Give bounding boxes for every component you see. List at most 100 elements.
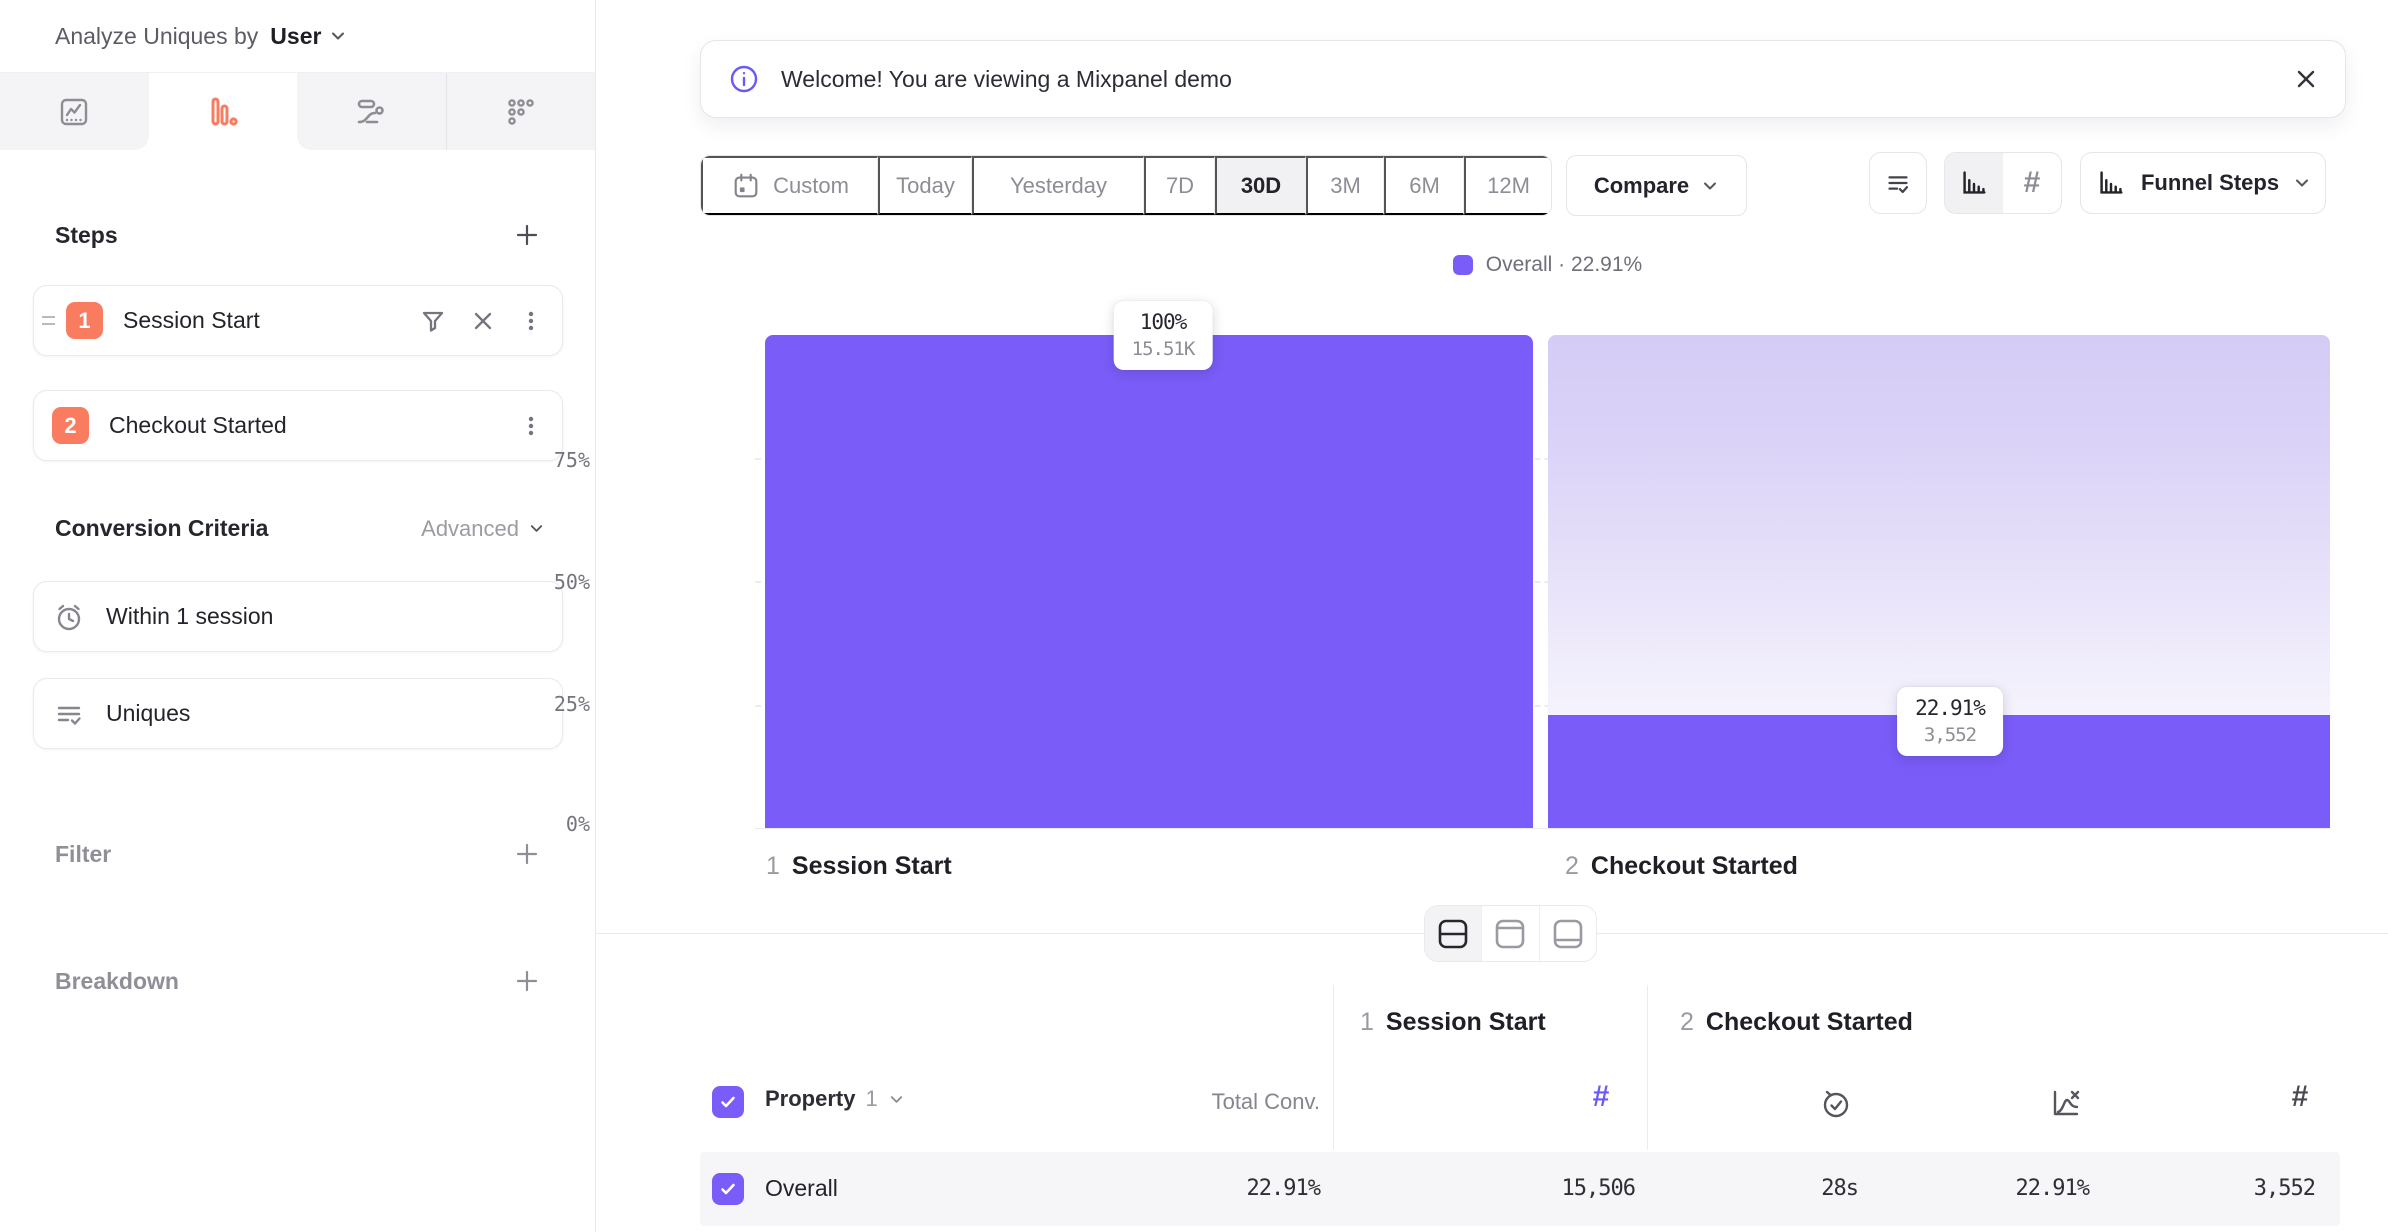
funnel-bars-icon <box>205 94 241 130</box>
breakdown-header: Breakdown <box>55 963 545 999</box>
step-more-button[interactable] <box>518 413 544 439</box>
conversion-criteria-title: Conversion Criteria <box>55 515 268 542</box>
cell-conv-rate: 22.91% <box>1889 1176 2089 1201</box>
time-to-convert-column-header[interactable] <box>1814 1082 1858 1124</box>
advanced-dropdown[interactable]: Advanced <box>421 516 545 542</box>
step-card-1[interactable]: 1 Session Start <box>33 285 563 356</box>
line-chart-icon <box>56 94 92 130</box>
table-row-overall[interactable]: Overall 22.91% 15,506 28s 22.91% 3,552 <box>700 1152 2340 1226</box>
chevron-down-icon <box>2293 174 2311 192</box>
chart-type-toggle: # <box>1944 152 2062 214</box>
table-group-header-1: 1 Session Start <box>1360 1008 1546 1037</box>
cell-step1-count: 15,506 <box>1435 1176 1635 1201</box>
add-breakdown-button[interactable] <box>509 963 545 999</box>
layout-table-view-button[interactable] <box>1539 906 1596 961</box>
filter-header: Filter <box>55 836 545 872</box>
conversion-criteria-header: Conversion Criteria Advanced <box>55 515 545 542</box>
step-more-button[interactable] <box>518 308 544 334</box>
analyze-uniques-by: Analyze Uniques by User <box>55 16 347 56</box>
chart-legend[interactable]: Overall · 22.91% <box>765 253 2330 277</box>
tab-funnels[interactable] <box>149 73 298 150</box>
mixpanel-funnel-report: Analyze Uniques by User Steps <box>0 0 2388 1232</box>
filter-icon <box>418 306 448 336</box>
banner-message: Welcome! You are viewing a Mixpanel demo <box>781 66 2293 93</box>
property-dropdown[interactable]: Property 1 <box>765 1086 905 1112</box>
analyze-entity-dropdown[interactable]: User <box>270 23 347 50</box>
analyze-label: Analyze Uniques by <box>55 23 258 50</box>
bar-chart-icon <box>2095 167 2127 199</box>
top-panel-view-icon <box>1493 918 1527 950</box>
chevron-down-icon <box>888 1091 905 1108</box>
kebab-menu-icon <box>518 413 544 439</box>
hash-icon: # <box>2024 168 2041 198</box>
add-step-button[interactable] <box>509 217 545 253</box>
step-number-badge: 2 <box>52 407 89 444</box>
range-custom[interactable]: Custom <box>701 156 878 215</box>
count-column-header[interactable]: # <box>1579 1082 1623 1112</box>
tab-retention[interactable] <box>446 73 596 150</box>
cell-converted-count: 3,552 <box>2115 1176 2315 1201</box>
table-group-header-2: 2 Checkout Started <box>1680 1008 1913 1037</box>
list-check-icon <box>52 697 86 731</box>
conversion-rate-column-header[interactable] <box>2044 1082 2088 1124</box>
remove-step-button[interactable] <box>470 308 496 334</box>
range-3m[interactable]: 3M <box>1306 156 1384 215</box>
close-icon <box>2293 66 2319 92</box>
hash-icon: # <box>1593 1082 1610 1112</box>
range-6m[interactable]: 6M <box>1384 156 1464 215</box>
add-filter-button[interactable] <box>509 836 545 872</box>
info-icon <box>727 62 761 96</box>
range-12m[interactable]: 12M <box>1464 156 1551 215</box>
select-all-checkbox[interactable] <box>712 1086 744 1118</box>
cell-total-conv: 22.91% <box>1120 1176 1320 1201</box>
layout-split-view-button[interactable] <box>1425 906 1481 961</box>
range-yesterday[interactable]: Yesterday <box>972 156 1144 215</box>
x-axis-line <box>755 828 2330 829</box>
range-7d[interactable]: 7D <box>1144 156 1215 215</box>
list-check-icon <box>1882 167 1914 199</box>
y-tick-25: 25% <box>480 692 590 716</box>
chevron-down-icon <box>528 520 545 537</box>
drag-handle-icon[interactable] <box>42 316 55 325</box>
legend-label: Overall · 22.91% <box>1486 253 1642 277</box>
layout-toggle-group <box>1424 905 1597 962</box>
step-axis-label-1: 1 Session Start <box>766 852 952 881</box>
tab-insights[interactable] <box>0 73 149 150</box>
step-event-name[interactable]: Checkout Started <box>109 412 518 439</box>
layout-chart-view-button[interactable] <box>1481 906 1538 961</box>
metric-list-button[interactable] <box>1869 152 1927 214</box>
row-checkbox[interactable] <box>712 1173 744 1205</box>
y-tick-75: 75% <box>480 448 590 472</box>
banner-close-button[interactable] <box>2293 66 2319 92</box>
check-icon <box>719 1180 737 1198</box>
chart-type-numbers[interactable]: # <box>2003 153 2061 213</box>
funnel-bar-session-start[interactable] <box>765 335 1533 828</box>
plus-icon <box>514 968 540 994</box>
counting-method-value: Uniques <box>106 700 190 727</box>
chart-type-bars[interactable] <box>1945 153 2003 213</box>
tab-flows[interactable] <box>297 73 446 150</box>
welcome-banner: Welcome! You are viewing a Mixpanel demo <box>700 40 2346 118</box>
converted-count-column-header[interactable]: # <box>2278 1082 2322 1112</box>
bar-value-label-2: 22.91% 3,552 <box>1897 687 2003 756</box>
conversion-chart-icon <box>2045 1082 2087 1124</box>
table-header-row: Property 1 Total Conv. # # <box>0 1072 2388 1138</box>
step-number-badge: 1 <box>66 302 103 339</box>
steps-title: Steps <box>55 222 118 249</box>
compare-dropdown[interactable]: Compare <box>1566 155 1747 216</box>
range-30d[interactable]: 30D <box>1215 156 1306 215</box>
step-event-name[interactable]: Session Start <box>123 307 418 334</box>
plus-icon <box>514 222 540 248</box>
total-conv-column-header[interactable]: Total Conv. <box>1100 1089 1320 1115</box>
close-icon <box>470 308 496 334</box>
bar-chart-icon <box>1958 167 1990 199</box>
measurement-dropdown[interactable]: Funnel Steps <box>2080 152 2326 214</box>
cell-time-to-convert: 28s <box>1658 1176 1858 1201</box>
filter-title: Filter <box>55 841 111 868</box>
plus-icon <box>514 841 540 867</box>
row-label: Overall <box>765 1175 838 1202</box>
y-tick-0: 0% <box>480 812 590 836</box>
bottom-panel-view-icon <box>1551 918 1585 950</box>
filter-step-button[interactable] <box>418 306 448 336</box>
range-today[interactable]: Today <box>878 156 972 215</box>
